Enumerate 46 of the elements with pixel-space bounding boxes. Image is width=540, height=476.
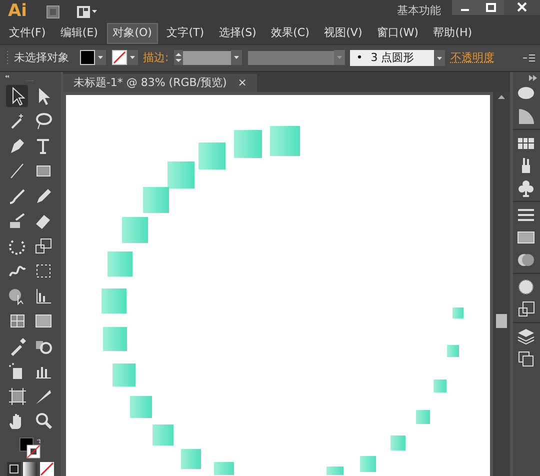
fill-swatch[interactable]	[80, 50, 95, 66]
menu-item[interactable]: 编辑(E)	[54, 23, 104, 44]
menu-item[interactable]: 文字(T)	[160, 23, 210, 44]
caret-icon[interactable]	[95, 50, 106, 66]
menu-item[interactable]: 选择(S)	[212, 23, 262, 44]
graphic-styles-icon[interactable]	[516, 299, 536, 320]
collapse-icon[interactable]	[529, 74, 538, 81]
brush-field[interactable]: • 3 点圆形	[350, 50, 434, 66]
layout-icon[interactable]	[76, 4, 98, 18]
menu-item[interactable]: 文件(F)	[2, 23, 52, 44]
menu-item[interactable]: 效果(C)	[265, 23, 316, 44]
spinner-icon[interactable]	[174, 50, 184, 66]
menu-item[interactable]: 帮助(H)	[427, 23, 478, 44]
panel-menu-icon[interactable]	[522, 52, 534, 63]
collapse-icon[interactable]	[2, 74, 11, 78]
tab-close[interactable]: ×	[238, 74, 248, 92]
variable-width-field[interactable]	[248, 50, 334, 65]
menu-item[interactable]: 视图(V)	[318, 23, 368, 44]
brush-name: 3 点圆形	[370, 50, 414, 66]
stroke-weight-field[interactable]	[183, 50, 232, 65]
stroke-label[interactable]: 描边:	[143, 50, 169, 66]
none-mode-icon[interactable]	[40, 462, 54, 476]
app-logo: Ai	[7, 0, 28, 23]
caret-icon[interactable]	[126, 50, 138, 66]
document-tab[interactable]: 未标题-1* @ 83% (RGB/预览) ×	[63, 74, 258, 92]
maximize-icon[interactable]	[478, 0, 504, 15]
appearance-icon[interactable]	[516, 276, 536, 297]
scrollbar-thumb[interactable]	[496, 314, 507, 328]
caret-icon[interactable]	[231, 50, 242, 66]
selection-status: 未选择对象	[14, 50, 69, 66]
brush-dot: •	[356, 50, 363, 66]
close-icon[interactable]	[504, 0, 540, 15]
caret-icon[interactable]	[434, 50, 446, 66]
gradient-mode-icon[interactable]	[23, 462, 38, 476]
artboards-icon[interactable]	[516, 348, 536, 369]
opacity-link[interactable]: 不透明度	[450, 50, 495, 66]
club-icon[interactable]	[516, 178, 536, 198]
menu-item[interactable]: 窗口(W)	[370, 23, 424, 44]
document-title: 未标题-1* @ 83% (RGB/预览)	[73, 74, 227, 91]
stroke-none-swatch[interactable]	[112, 50, 126, 66]
caret-icon[interactable]	[334, 50, 345, 66]
color-mode-icon[interactable]	[6, 462, 21, 476]
workspace-menu[interactable]: 基本功能	[397, 3, 441, 20]
gradient-corner-icon[interactable]	[516, 106, 536, 126]
minimize-icon[interactable]	[452, 0, 478, 15]
menu-item[interactable]: 对象(O)	[106, 23, 158, 44]
